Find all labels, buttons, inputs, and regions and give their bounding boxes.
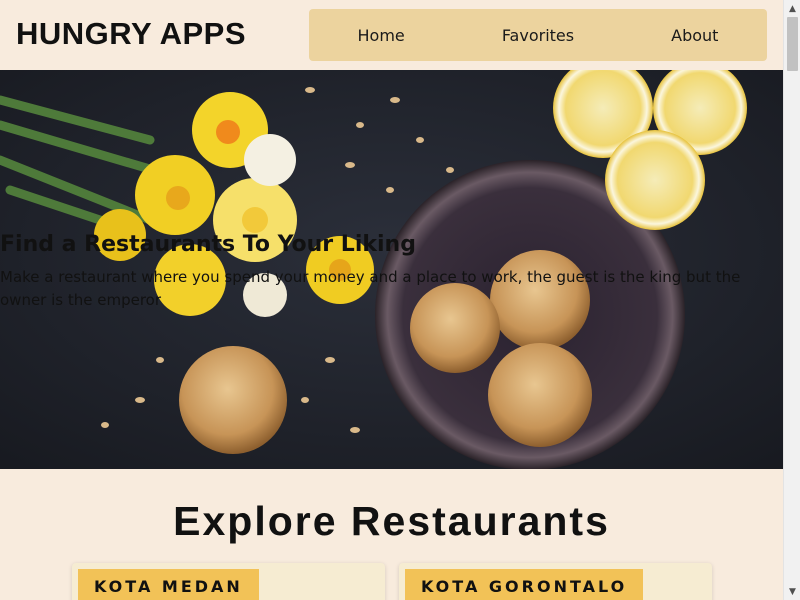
nav-about-link[interactable]: About	[661, 20, 728, 51]
restaurant-card[interactable]: KOTA MEDAN	[72, 563, 385, 600]
app-header: HUNGRY APPS Home Favorites About	[0, 0, 783, 70]
restaurant-card[interactable]: KOTA GORONTALO	[399, 563, 712, 600]
hero-description: Make a restaurant where you spend your m…	[0, 268, 741, 309]
triangle-down-icon[interactable]: ▼	[784, 583, 800, 600]
city-tag: KOTA MEDAN	[78, 569, 259, 600]
hero-banner: Find a Restaurants To Your Liking Make a…	[0, 70, 783, 469]
scrollbar-thumb[interactable]	[787, 17, 798, 71]
nav-home-link[interactable]: Home	[348, 20, 415, 51]
city-tag: KOTA GORONTALO	[405, 569, 644, 600]
brand-logo[interactable]: HUNGRY APPS	[16, 16, 246, 52]
triangle-up-icon[interactable]: ▲	[784, 0, 800, 17]
nav-favorites-link[interactable]: Favorites	[492, 20, 584, 51]
explore-title: Explore Restaurants	[173, 498, 610, 544]
hero-title: Find a Restaurants To Your Liking	[0, 232, 416, 257]
main-nav: Home Favorites About	[309, 9, 767, 61]
page-scrollbar[interactable]: ▲ ▼	[783, 0, 800, 600]
